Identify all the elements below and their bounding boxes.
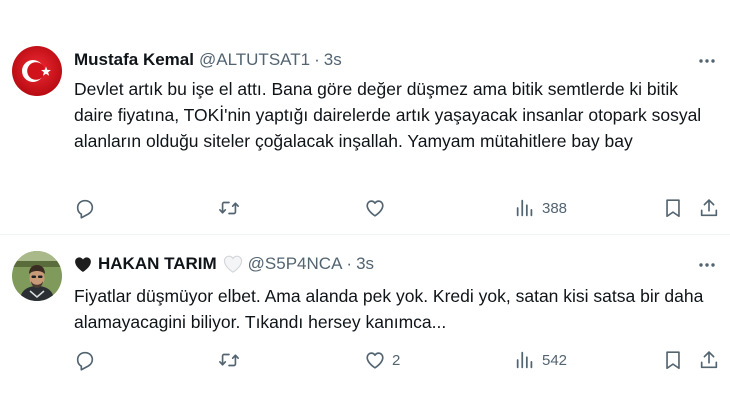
heart-icon (366, 352, 384, 369)
turkish-flag-avatar-image (12, 46, 62, 96)
share-icon (700, 351, 718, 369)
tweet-text: Fiyatlar düşmüyor elbet. Ama alanda pek … (74, 286, 704, 332)
views-icon (516, 351, 533, 369)
views-icon (516, 199, 533, 217)
separator-dot: · (314, 50, 320, 69)
retweet-button[interactable] (218, 348, 246, 372)
reply-button[interactable] (74, 196, 102, 220)
reply-icon (76, 351, 94, 371)
bookmark-icon (666, 199, 680, 218)
more-options-button[interactable] (696, 254, 718, 276)
retweet-icon (219, 353, 239, 367)
tweet-header: HAKAN TARIM @S5P4NCA · 3s (74, 252, 374, 276)
share-button[interactable] (698, 348, 720, 372)
more-icon (699, 59, 715, 63)
tweet[interactable]: HAKAN TARIM @S5P4NCA · 3s Fiyatlar düşmü… (0, 235, 730, 420)
tweet-actions: 388 (74, 196, 722, 220)
tweet[interactable]: Mustafa Kemal @ALTUTSAT1 · 3s Devlet art… (0, 0, 730, 234)
views-count: 388 (542, 199, 568, 217)
retweet-icon (219, 201, 239, 215)
avatar[interactable] (12, 251, 62, 301)
like-button[interactable]: 2 (364, 348, 400, 372)
bookmark-icon (666, 351, 680, 370)
share-button[interactable] (698, 196, 720, 220)
bookmark-button[interactable] (662, 196, 684, 220)
user-handle[interactable]: @S5P4NCA (248, 254, 343, 274)
display-name[interactable]: Mustafa Kemal (74, 50, 194, 70)
display-name[interactable]: HAKAN TARIM (98, 254, 217, 274)
more-options-button[interactable] (696, 50, 718, 72)
like-count: 2 (392, 351, 401, 369)
views-count: 542 (542, 351, 568, 369)
retweet-button[interactable] (218, 196, 246, 220)
tweet-text: Devlet artık bu işe el attı. Bana göre d… (74, 79, 702, 151)
more-icon (699, 263, 715, 267)
reply-icon (76, 199, 94, 219)
bookmark-button[interactable] (662, 348, 684, 372)
views-button[interactable]: 542 (514, 348, 567, 372)
timestamp[interactable]: 3s (356, 254, 374, 274)
tweet-actions: 2 542 (74, 348, 722, 372)
black-heart-icon (74, 256, 92, 273)
views-button[interactable]: 388 (514, 196, 567, 220)
avatar[interactable] (12, 46, 62, 96)
like-button[interactable] (364, 196, 392, 220)
tweet-header: Mustafa Kemal @ALTUTSAT1 · 3s (74, 48, 342, 72)
share-icon (700, 199, 718, 217)
timestamp[interactable]: 3s (324, 50, 342, 70)
white-heart-icon (223, 255, 243, 273)
user-photo-avatar-image (12, 251, 62, 301)
user-handle[interactable]: @ALTUTSAT1 (199, 50, 310, 70)
separator-dot: · (346, 254, 353, 273)
reply-button[interactable] (74, 348, 102, 372)
heart-icon (366, 200, 384, 217)
